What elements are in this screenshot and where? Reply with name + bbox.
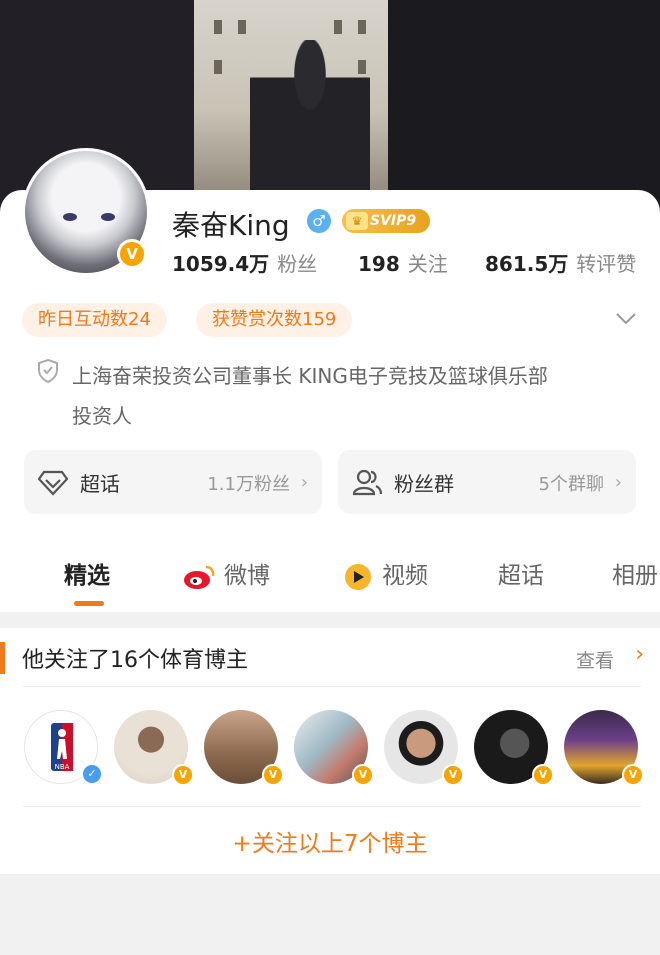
divider <box>22 806 642 807</box>
reward-pill[interactable]: 获赞赏次数159 <box>196 303 353 337</box>
profile-name: 秦奋King <box>172 209 290 242</box>
weibo-icon <box>184 565 215 589</box>
tab-supertopic[interactable]: 超话 <box>498 558 544 594</box>
avatar-face <box>63 213 115 223</box>
building-window <box>334 20 342 34</box>
fans-stat[interactable]: 1059.4万 粉丝 <box>172 248 317 276</box>
fan-group-label: 粉丝群 <box>394 472 454 496</box>
divider <box>22 686 642 687</box>
verified-badge-icon: V <box>172 764 194 786</box>
supertopic-box[interactable]: 超话 1.1万粉丝 › <box>24 450 322 514</box>
chevron-right-icon[interactable]: › <box>635 642 644 667</box>
follow-all-button[interactable]: +关注以上7个博主 <box>0 824 660 858</box>
tab-album[interactable]: 相册 <box>612 558 658 594</box>
group-icon <box>352 469 382 496</box>
cover-shadow-right <box>388 0 660 215</box>
tab-label: 相册 <box>612 563 658 589</box>
crown-icon: ♛ <box>346 212 368 230</box>
male-icon: ♂ <box>307 209 331 233</box>
shield-icon <box>38 358 58 384</box>
fan-group-count: 5个群聊 <box>538 474 604 495</box>
tab-label: 视频 <box>382 563 428 589</box>
video-icon <box>345 563 371 590</box>
profile-avatar[interactable]: V <box>22 148 150 276</box>
engagement-label: 转评赞 <box>576 252 637 276</box>
fans-count: 1059.4万 <box>172 252 270 276</box>
diamond-icon <box>38 470 68 496</box>
cover-person-silhouette <box>250 40 370 210</box>
svg-text:NBA: NBA <box>55 763 70 771</box>
recommended-account-avatar[interactable]: V <box>384 710 464 786</box>
verified-badge-icon: V <box>622 764 644 786</box>
view-more-link[interactable]: 查看 <box>576 646 614 673</box>
chevron-down-icon[interactable] <box>615 312 637 326</box>
recommended-account-avatar[interactable]: V <box>564 710 644 786</box>
verified-badge-icon: V <box>532 764 554 786</box>
page-background <box>0 874 660 955</box>
recommended-account-avatar[interactable]: V <box>294 710 374 786</box>
chevron-right-icon: › <box>614 472 622 493</box>
svip-label: SVIP9 <box>370 213 417 229</box>
following-count: 198 <box>358 252 400 276</box>
supertopic-fans: 1.1万粉丝 <box>207 474 290 495</box>
recommended-account-avatar[interactable]: V <box>114 710 194 786</box>
recommended-account-avatar[interactable]: V <box>204 710 284 786</box>
building-window <box>238 20 246 34</box>
verified-badge-icon: V <box>117 239 147 269</box>
building-window <box>358 20 366 34</box>
tab-featured[interactable]: 精选 <box>64 558 110 594</box>
profile-bio: 上海奋荣投资公司董事长 KING电子竞技及篮球俱乐部 投资人 <box>72 356 632 436</box>
bio-line: 投资人 <box>72 404 132 428</box>
recommended-account-avatar[interactable]: V <box>474 710 554 786</box>
svip-badge[interactable]: ♛ SVIP9 <box>342 209 430 233</box>
interaction-pill[interactable]: 昨日互动数24 <box>22 303 167 337</box>
recommended-account-avatar[interactable]: NBA ✓ <box>24 710 103 785</box>
following-label: 关注 <box>407 252 448 276</box>
fan-group-box[interactable]: 粉丝群 5个群聊 › <box>338 450 636 514</box>
supertopic-label: 超话 <box>80 472 120 496</box>
verified-badge-icon: V <box>352 764 374 786</box>
recommend-section: 他关注了16个体育博主 查看 › NBA ✓ V V V V V V +关注以上… <box>0 628 660 874</box>
tab-label: 微博 <box>224 563 270 589</box>
following-stat[interactable]: 198 关注 <box>358 248 448 276</box>
tab-label: 精选 <box>64 563 110 589</box>
engagement-stat[interactable]: 861.5万 转评赞 <box>485 248 636 276</box>
building-window <box>214 20 222 34</box>
verified-badge-icon: V <box>262 764 284 786</box>
tab-weibo[interactable]: 微博 <box>182 558 270 594</box>
chevron-right-icon: › <box>300 472 308 493</box>
building-window <box>214 60 222 74</box>
section-accent-bar <box>0 642 5 674</box>
engagement-count: 861.5万 <box>485 252 569 276</box>
fans-label: 粉丝 <box>277 252 318 276</box>
tab-label: 超话 <box>498 563 544 589</box>
verified-badge-icon: ✓ <box>81 763 103 785</box>
recommend-title: 他关注了16个体育博主 <box>22 648 248 673</box>
verified-badge-icon: V <box>442 764 464 786</box>
tab-video[interactable]: 视频 <box>342 558 428 594</box>
bio-line: 上海奋荣投资公司董事长 KING电子竞技及篮球俱乐部 <box>72 364 548 388</box>
active-tab-indicator <box>74 601 104 606</box>
